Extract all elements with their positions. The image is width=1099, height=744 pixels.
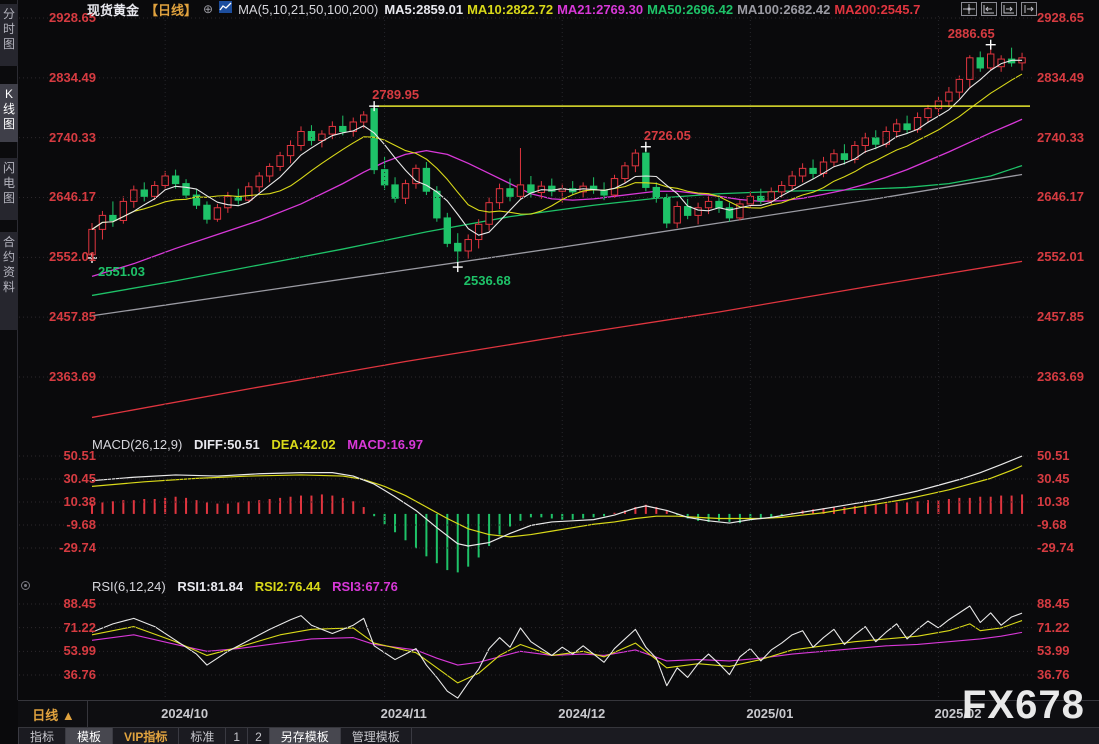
toolbar-tab-option[interactable]: 2 <box>248 728 270 744</box>
ma-value-label: MA21:2769.30 <box>557 2 643 17</box>
ma-value-label: MA200:2545.7 <box>834 2 920 17</box>
time-axis-row: 日线 ▲ 2024/102024/112024/122025/012025/02 <box>18 700 1099 727</box>
toolbar-tab-selected[interactable]: 模板 <box>66 728 113 744</box>
axis-tick-label: -9.68 <box>26 517 96 532</box>
toolbar-tab-vip[interactable]: VIP指标 <box>113 728 179 744</box>
macd-macd-value: MACD:16.97 <box>347 437 423 452</box>
axis-tick-label: 2928.65 <box>26 10 96 25</box>
toolbar-tab-option[interactable]: 指标 <box>18 728 66 744</box>
axis-tick-label: -29.74 <box>1037 540 1074 555</box>
chart-type-icon <box>219 0 232 18</box>
axis-tick-label: 2646.17 <box>1037 189 1084 204</box>
axis-tick-label: 10.38 <box>1037 494 1070 509</box>
axis-tick-label: 53.99 <box>26 643 96 658</box>
axis-tick-label: 50.51 <box>26 448 96 463</box>
axis-tick-label: 30.45 <box>1037 471 1070 486</box>
toolbar-tab-selected[interactable]: 另存模板 <box>270 728 341 744</box>
axis-tick-label: 88.45 <box>26 596 96 611</box>
date-label: 2025/01 <box>746 706 793 721</box>
axis-tick-label: 2834.49 <box>1037 70 1084 85</box>
axis-tick-label: 2363.69 <box>1037 369 1084 384</box>
period-selector-button[interactable]: 日线 ▲ <box>20 701 88 727</box>
chart-canvas[interactable] <box>0 0 1099 744</box>
sidebar-item-selected[interactable]: K线图 <box>0 84 18 142</box>
axis-tick-label: 71.22 <box>1037 620 1070 635</box>
date-label: 2024/11 <box>381 706 427 721</box>
macd-dea-value: DEA:42.02 <box>271 437 335 452</box>
scale-axis-left-icon[interactable] <box>981 2 997 16</box>
axis-tick-label: 53.99 <box>1037 643 1070 658</box>
rsi3-value: RSI3:67.76 <box>332 579 398 594</box>
axis-tick-label: 10.38 <box>26 494 96 509</box>
ma-legend: MA5:2859.01 MA10:2822.72 MA21:2769.30 MA50:… <box>384 2 924 17</box>
axis-tick-label: 2552.01 <box>1037 249 1084 264</box>
price-annotation: 2536.68 <box>464 273 511 288</box>
price-annotation: 2789.95 <box>372 87 419 102</box>
axis-tick-label: 71.22 <box>26 620 96 635</box>
price-annotation: 2726.05 <box>644 128 691 143</box>
axis-tick-label: 36.76 <box>1037 667 1070 682</box>
price-annotation: 2886.65 <box>948 26 995 41</box>
sidebar-item-option[interactable]: 闪电图 <box>0 158 18 220</box>
axis-tick-label: 36.76 <box>26 667 96 682</box>
sidebar: 分时图 K线图闪电图合约资料 <box>0 0 18 700</box>
axis-tick-label: 2457.85 <box>1037 309 1084 324</box>
rsi2-value: RSI2:76.44 <box>255 579 321 594</box>
sidebar-item-option[interactable]: 分时图 <box>0 4 18 66</box>
date-label: 2024/10 <box>161 706 208 721</box>
axis-tick-label: 50.51 <box>1037 448 1070 463</box>
macd-title: MACD(26,12,9) <box>92 437 182 452</box>
ma-value-label: MA100:2682.42 <box>737 2 830 17</box>
chart-header: 现货黄金 【日线】 ⊕ MA(5,10,21,50,100,200) MA5:2… <box>87 1 924 17</box>
date-label: 2024/12 <box>558 706 605 721</box>
period-badge: 【日线】 <box>145 0 197 19</box>
toolbar-tab-option[interactable]: 标准 <box>179 728 226 744</box>
watermark: FX678 <box>962 683 1085 728</box>
axis-tick-label: 2928.65 <box>1037 10 1084 25</box>
add-indicator-icon[interactable]: ⊕ <box>203 2 213 16</box>
chart-corner-toolbar <box>961 2 1037 16</box>
axis-tick-label: 2646.17 <box>26 189 96 204</box>
axis-tick-label: 2740.33 <box>1037 130 1084 145</box>
ma-value-label: MA50:2696.42 <box>647 2 733 17</box>
axis-tick-label: 2834.49 <box>26 70 96 85</box>
axis-tick-label: 2363.69 <box>26 369 96 384</box>
symbol-title: 现货黄金 <box>87 0 139 19</box>
scale-axis-right-icon[interactable] <box>1001 2 1017 16</box>
rsi-panel-settings-icon[interactable] <box>21 581 30 590</box>
axis-tick-label: 2457.85 <box>26 309 96 324</box>
macd-diff-value: DIFF:50.51 <box>194 437 260 452</box>
axis-tick-label: -29.74 <box>26 540 96 555</box>
crosshair-icon[interactable] <box>961 2 977 16</box>
axis-tick-label: -9.68 <box>1037 517 1067 532</box>
ma-value-label: MA5:2859.01 <box>384 2 463 17</box>
ma-value-label: MA10:2822.72 <box>467 2 553 17</box>
rsi1-value: RSI1:81.84 <box>177 579 243 594</box>
macd-header: MACD(26,12,9) DIFF:50.51 DEA:42.02 MACD:… <box>92 437 431 452</box>
chart-app: 分时图 K线图闪电图合约资料 现货黄金 【日线】 ⊕ MA(5,10,21,50,… <box>0 0 1099 744</box>
axis-tick-label: 2740.33 <box>26 130 96 145</box>
toolbar-tab-option[interactable]: 1 <box>226 728 248 744</box>
axis-tick-label: 88.45 <box>1037 596 1070 611</box>
rsi-header: RSI(6,12,24) RSI1:81.84 RSI2:76.44 RSI3:… <box>92 579 406 594</box>
rsi-title: RSI(6,12,24) <box>92 579 166 594</box>
ma-settings-label: MA(5,10,21,50,100,200) <box>238 2 378 17</box>
axis-tick-label: 2552.01 <box>26 249 96 264</box>
price-annotation: 2551.03 <box>98 264 145 279</box>
sidebar-item-option[interactable]: 合约资料 <box>0 232 18 330</box>
toolbar-tab-option[interactable]: 管理模板 <box>341 728 412 744</box>
pan-right-icon[interactable] <box>1021 2 1037 16</box>
bottom-toolbar: 指标模板VIP指标标准12另存模板管理模板 <box>18 727 1099 744</box>
axis-tick-label: 30.45 <box>26 471 96 486</box>
